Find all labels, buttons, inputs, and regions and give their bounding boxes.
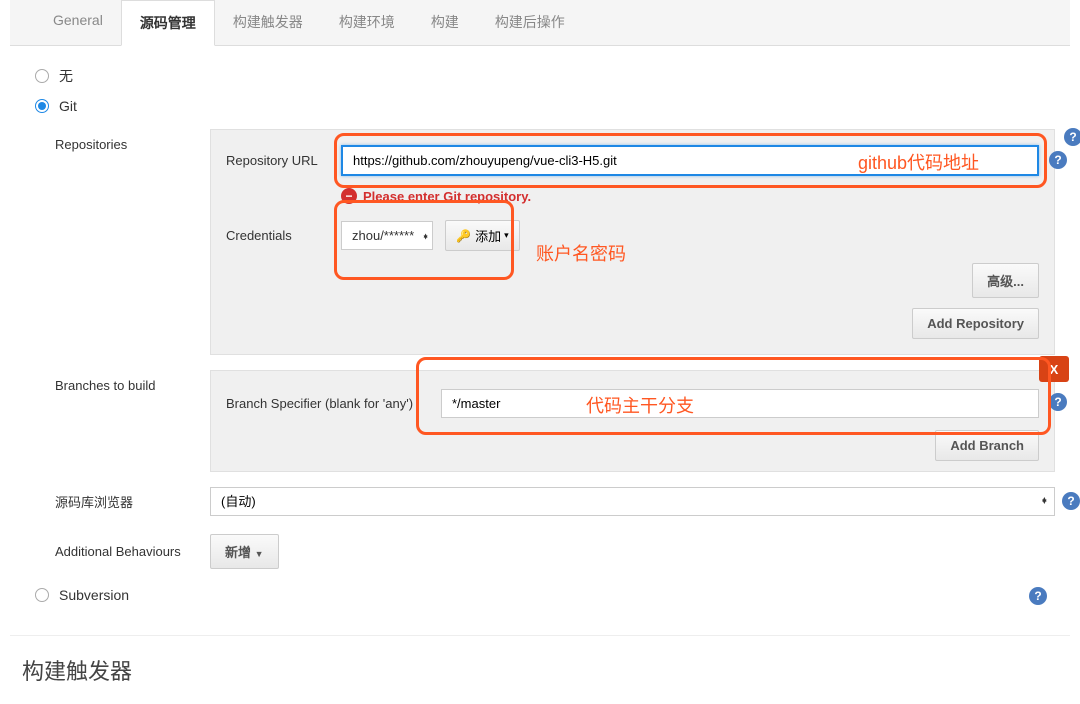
add-credentials-button[interactable]: 🔑 添加 ▾: [445, 220, 520, 251]
scm-svn-label: Subversion: [59, 587, 129, 603]
repo-error-message: − Please enter Git repository.: [341, 188, 1039, 204]
repo-url-label: Repository URL: [226, 153, 341, 168]
scm-git-label: Git: [59, 98, 77, 114]
add-repository-button[interactable]: Add Repository: [912, 308, 1039, 339]
tab-post[interactable]: 构建后操作: [477, 0, 583, 45]
tab-build[interactable]: 构建: [413, 0, 477, 45]
next-section-title: 构建触发器: [10, 636, 1070, 704]
radio-icon-checked: [35, 99, 49, 113]
branch-spec-label: Branch Specifier (blank for 'any'): [226, 396, 441, 411]
key-icon: 🔑: [456, 229, 471, 243]
repo-url-input[interactable]: [341, 145, 1039, 176]
add-behaviour-button[interactable]: 新增: [210, 534, 279, 569]
tab-scm[interactable]: 源码管理: [121, 0, 215, 46]
credentials-label: Credentials: [226, 228, 341, 243]
config-tabs: General 源码管理 构建触发器 构建环境 构建 构建后操作: [10, 0, 1070, 46]
error-text: Please enter Git repository.: [363, 189, 531, 204]
browser-select[interactable]: (自动): [210, 487, 1055, 516]
scm-subversion-radio[interactable]: Subversion ?: [35, 587, 1055, 603]
help-icon[interactable]: ?: [1062, 492, 1080, 510]
credentials-select[interactable]: zhou/******: [341, 221, 433, 250]
tab-triggers[interactable]: 构建触发器: [215, 0, 321, 45]
tab-env[interactable]: 构建环境: [321, 0, 413, 45]
advanced-button[interactable]: 高级...: [972, 263, 1039, 298]
close-button[interactable]: X: [1039, 356, 1069, 382]
radio-icon: [35, 69, 49, 83]
scm-section: 无 Git Repositories ? Repository URL ? gi…: [10, 46, 1070, 635]
help-icon[interactable]: ?: [1064, 128, 1080, 146]
help-icon[interactable]: ?: [1049, 393, 1067, 411]
branch-spec-input[interactable]: [441, 389, 1039, 418]
scm-none-radio[interactable]: 无: [35, 66, 1055, 86]
branches-label: Branches to build: [55, 370, 210, 472]
help-icon[interactable]: ?: [1049, 151, 1067, 169]
tab-general[interactable]: General: [35, 0, 121, 45]
help-icon[interactable]: ?: [1029, 587, 1047, 605]
add-branch-button[interactable]: Add Branch: [935, 430, 1039, 461]
scm-git-radio[interactable]: Git: [35, 98, 1055, 114]
browser-label: 源码库浏览器: [55, 492, 210, 511]
scm-none-label: 无: [59, 66, 73, 86]
behaviours-label: Additional Behaviours: [55, 544, 210, 559]
error-icon: −: [341, 188, 357, 204]
add-label: 添加: [475, 226, 501, 245]
chevron-down-icon: ▾: [504, 230, 509, 241]
repositories-label: Repositories: [55, 129, 210, 355]
radio-icon: [35, 588, 49, 602]
